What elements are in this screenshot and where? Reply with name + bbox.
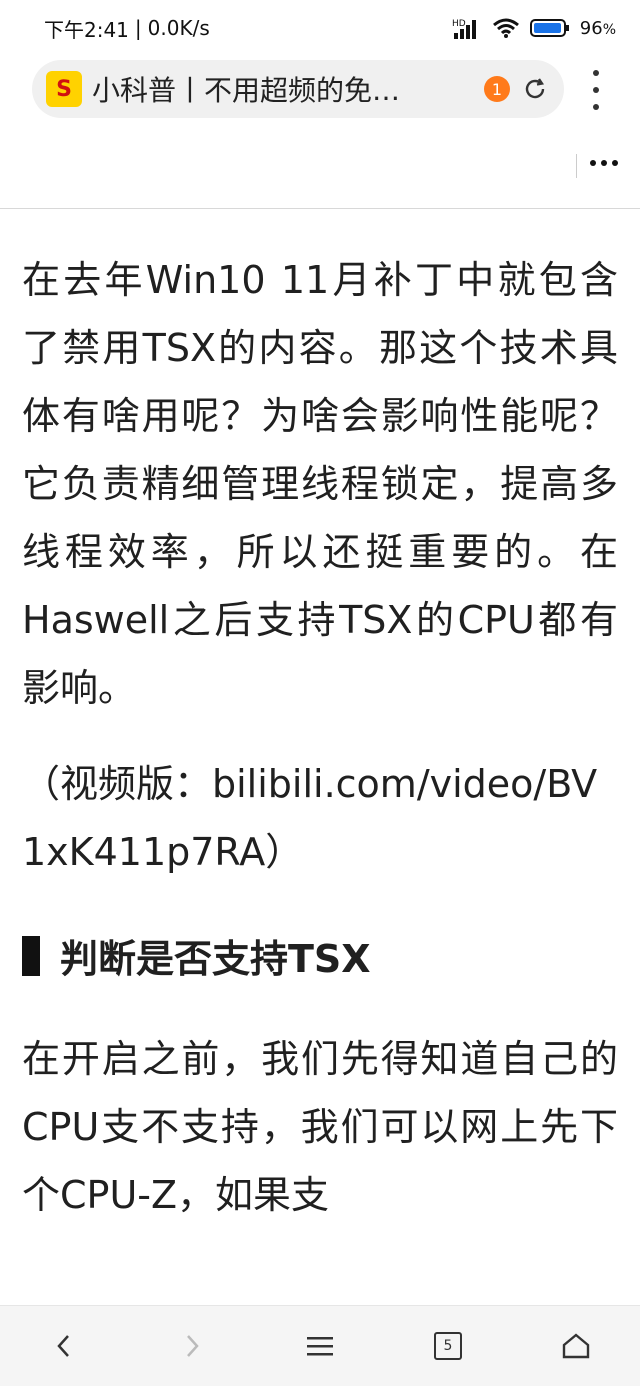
home-icon xyxy=(562,1333,590,1359)
status-divider: | xyxy=(134,16,142,40)
address-bar[interactable]: S 小科普丨不用超频的免… 1 xyxy=(32,60,564,118)
section-heading: 判断是否支持TSX xyxy=(22,928,618,983)
forward-icon xyxy=(187,1335,199,1357)
status-left: 下午2:41 | 0.0K/s xyxy=(44,14,210,43)
status-right: HD 96% xyxy=(452,17,616,39)
battery-level: 96% xyxy=(579,17,616,39)
heading-text: 判断是否支持TSX xyxy=(60,937,371,981)
signal-icon: HD xyxy=(452,17,482,39)
notification-badge[interactable]: 1 xyxy=(484,76,510,102)
back-button[interactable] xyxy=(32,1314,96,1378)
page-title[interactable]: 小科普丨不用超频的免… xyxy=(92,69,474,109)
status-speed: 0.0K/s xyxy=(147,16,210,40)
status-bar: 下午2:41 | 0.0K/s HD 96% xyxy=(0,0,640,56)
article-content: 在去年Win10 11月补丁中就包含了禁用TSX的内容。那这个技术具体有啥用呢？… xyxy=(22,210,618,1229)
tabs-count-icon: 5 xyxy=(434,1332,462,1360)
bottom-navigation: 5 xyxy=(0,1305,640,1386)
menu-button[interactable] xyxy=(288,1314,352,1378)
tabs-button[interactable]: 5 xyxy=(416,1314,480,1378)
hd-label: HD xyxy=(452,19,466,29)
home-button[interactable] xyxy=(544,1314,608,1378)
site-favicon: S xyxy=(46,71,82,107)
article-paragraph-last: 在开启之前，我们先得知道自己的CPU支不支持，我们可以网上先下个CPU-Z，如果… xyxy=(22,1037,618,1217)
article-paragraph: 在去年Win10 11月补丁中就包含了禁用TSX的内容。那这个技术具体有啥用呢？… xyxy=(22,258,618,710)
video-link-line[interactable]: （视频版：bilibili.com/video/BV1xK411p7RA） xyxy=(22,750,618,886)
toolbar-divider xyxy=(576,154,577,178)
battery-icon xyxy=(529,18,570,38)
status-time: 下午2:41 xyxy=(44,17,129,42)
wifi-icon xyxy=(492,17,520,39)
page-toolbar xyxy=(0,132,640,209)
forward-button[interactable] xyxy=(160,1314,224,1378)
hamburger-icon xyxy=(307,1337,333,1356)
more-options-icon[interactable] xyxy=(590,160,618,166)
menu-kebab-icon[interactable] xyxy=(586,70,606,110)
back-icon xyxy=(57,1335,69,1357)
heading-bar xyxy=(22,935,40,976)
reload-icon[interactable] xyxy=(520,74,550,104)
